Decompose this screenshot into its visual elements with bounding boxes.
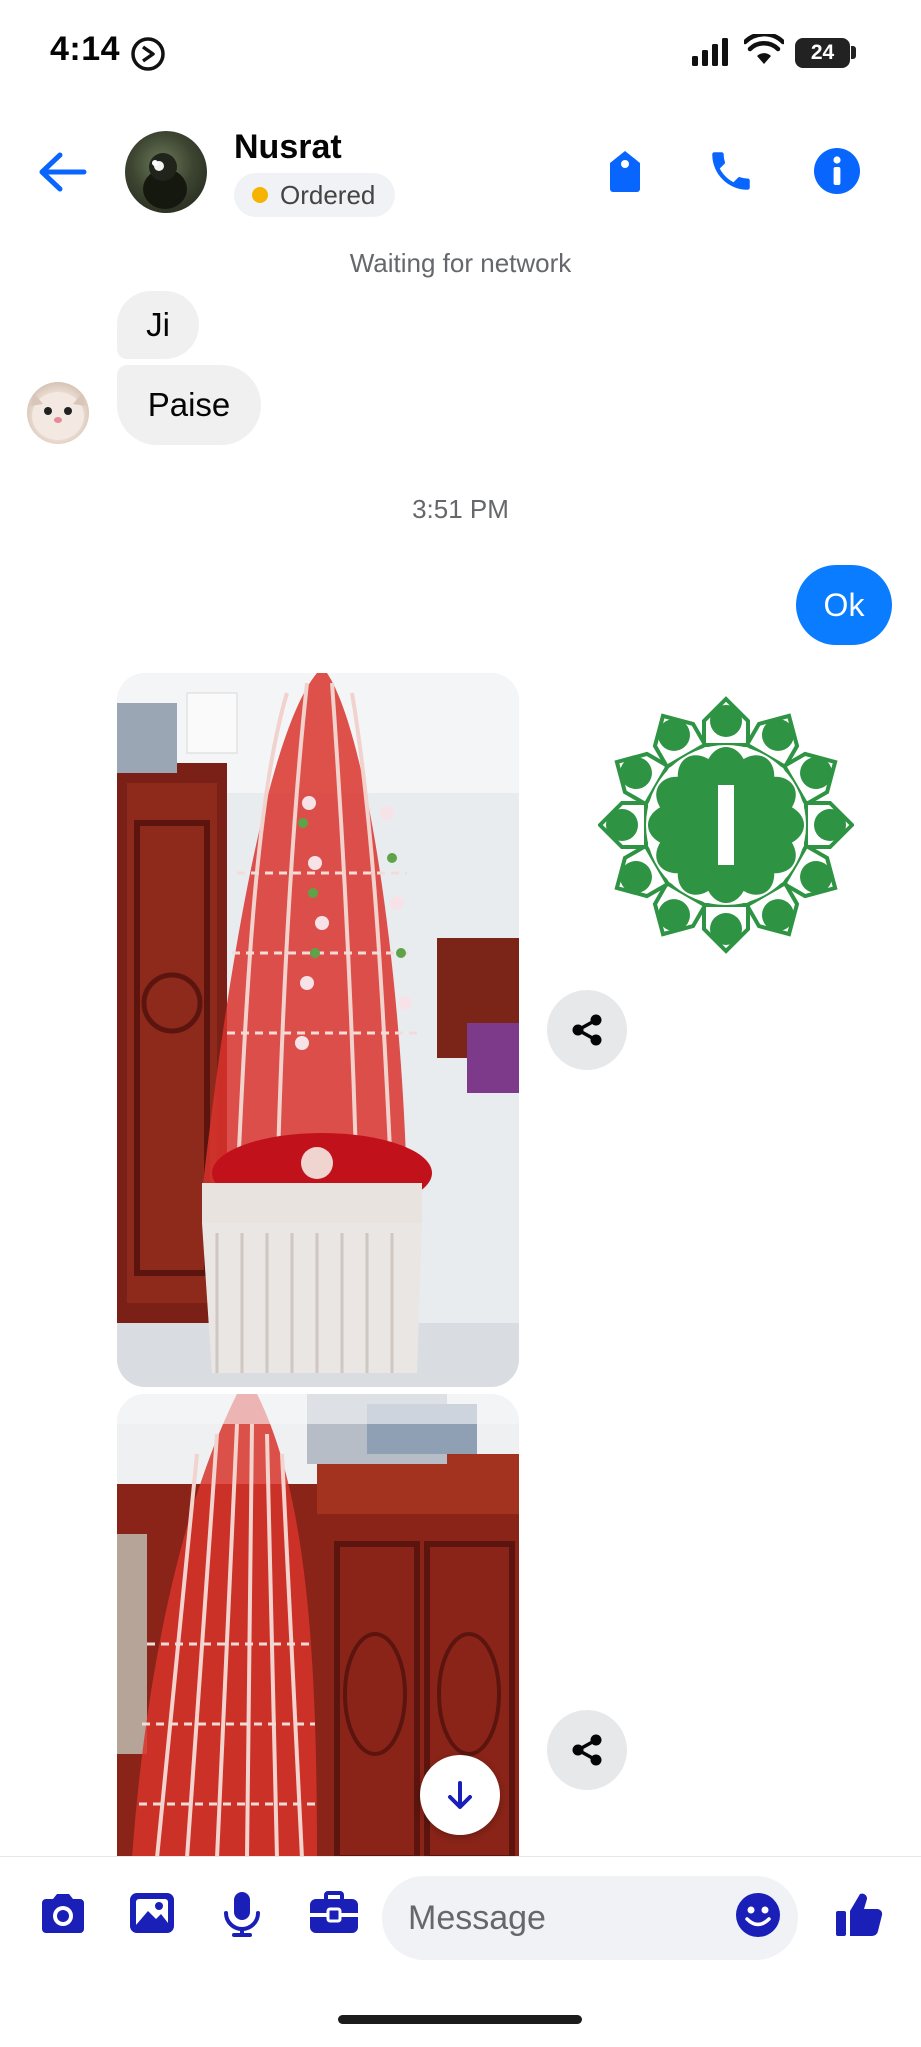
do-not-disturb-icon bbox=[130, 36, 166, 77]
battery-indicator: 24 bbox=[795, 38, 850, 68]
incoming-message-bubble[interactable]: Ji bbox=[117, 291, 199, 359]
wifi-icon bbox=[742, 31, 786, 71]
gallery-icon bbox=[130, 1893, 174, 1933]
message-timestamp: 3:51 PM bbox=[412, 494, 509, 524]
gallery-button[interactable] bbox=[128, 1891, 176, 1940]
status-time: 4:14 bbox=[50, 30, 121, 68]
like-button[interactable] bbox=[834, 1889, 884, 1944]
outgoing-message-bubble[interactable]: Ok bbox=[796, 565, 892, 645]
network-status: Waiting for network bbox=[349, 248, 572, 278]
order-status-badge[interactable]: Ordered bbox=[234, 173, 396, 217]
battery-tip bbox=[851, 46, 856, 59]
call-button[interactable] bbox=[706, 146, 756, 201]
tag-button[interactable] bbox=[600, 146, 650, 201]
briefcase-button[interactable] bbox=[308, 1891, 360, 1940]
microphone-button[interactable] bbox=[222, 1891, 262, 1942]
briefcase-icon bbox=[310, 1891, 358, 1933]
microphone-icon bbox=[224, 1892, 260, 1937]
signal-icon bbox=[692, 38, 732, 71]
emoji-button[interactable] bbox=[735, 1892, 781, 1943]
back-button[interactable] bbox=[36, 148, 92, 196]
photo-attachment[interactable] bbox=[117, 673, 519, 1387]
sticker[interactable] bbox=[597, 694, 855, 961]
contact-avatar[interactable] bbox=[125, 131, 207, 213]
phone-icon bbox=[712, 152, 750, 190]
scroll-to-bottom-button[interactable] bbox=[420, 1755, 500, 1835]
thumbs-up-icon bbox=[836, 1893, 883, 1937]
emoji-icon bbox=[736, 1893, 780, 1937]
info-icon bbox=[814, 148, 860, 194]
tag-icon bbox=[610, 151, 640, 192]
camera-button[interactable] bbox=[38, 1891, 88, 1940]
incoming-message-bubble[interactable]: Paise bbox=[117, 365, 261, 445]
arrow-down-icon bbox=[448, 1781, 472, 1809]
camera-icon bbox=[42, 1894, 84, 1933]
share-button[interactable] bbox=[547, 1710, 627, 1790]
share-icon bbox=[572, 1014, 602, 1046]
order-status-label: Ordered bbox=[280, 179, 376, 210]
share-button[interactable] bbox=[547, 990, 627, 1070]
order-status-dot bbox=[252, 187, 268, 203]
contact-name[interactable]: Nusrat bbox=[234, 128, 342, 167]
share-icon bbox=[572, 1734, 602, 1766]
sender-avatar[interactable] bbox=[27, 382, 89, 444]
home-indicator bbox=[338, 2015, 582, 2024]
info-button[interactable] bbox=[812, 146, 862, 201]
